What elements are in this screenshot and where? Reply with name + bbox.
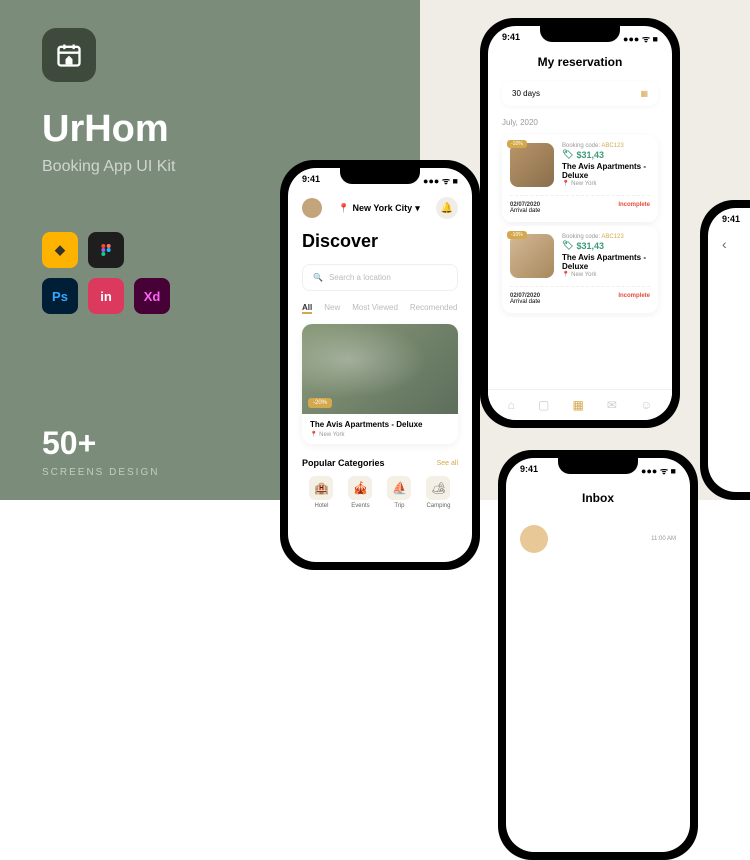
screens-count: 50+	[42, 425, 96, 462]
reservation-image: -10%	[510, 234, 554, 278]
nav-chat-icon[interactable]: ✉	[607, 398, 617, 412]
inbox-item[interactable]: 11:00 AM	[506, 517, 690, 561]
tool-icons-row2: Ps in Xd	[42, 278, 170, 314]
notch	[540, 26, 620, 42]
cat-hotel[interactable]: 🏨Hotel	[309, 476, 333, 509]
nav-bookmark-icon[interactable]: ▢	[538, 398, 549, 412]
nav-profile-icon[interactable]: ☺	[640, 398, 652, 412]
phone-reservation: 9:41●●● ᯤ ■ My reservation 30 days▦ July…	[480, 18, 680, 428]
tab-new[interactable]: New	[324, 303, 340, 314]
property-name: The Avis Apartments - Deluxe	[562, 253, 650, 271]
status-badge: Incomplete	[618, 202, 650, 214]
search-input[interactable]: 🔍 Search a location	[302, 264, 458, 291]
app-logo	[42, 28, 96, 82]
date-filter[interactable]: 30 days▦	[502, 81, 658, 106]
photoshop-icon: Ps	[42, 278, 78, 314]
invision-icon: in	[88, 278, 124, 314]
reservation-card[interactable]: -10% Booking code: ABC123 🏷 $31,43 The A…	[502, 226, 658, 313]
avatar[interactable]	[302, 198, 322, 218]
nav-calendar-icon[interactable]: ▦	[572, 398, 583, 412]
avatar	[520, 525, 548, 553]
xd-icon: Xd	[134, 278, 170, 314]
section-title: Popular Categories	[302, 458, 385, 468]
location-picker[interactable]: 📍 New York City ▾	[338, 203, 419, 214]
screens-count-label: SCREENS DESIGN	[42, 467, 159, 478]
product-subtitle: Booking App UI Kit	[42, 158, 175, 176]
nav-home-icon[interactable]: ⌂	[508, 398, 515, 412]
reservation-image: -10%	[510, 143, 554, 187]
cat-camping[interactable]: 🏕Camping	[426, 476, 450, 509]
calendar-icon: ▦	[640, 89, 648, 98]
notch	[558, 458, 638, 474]
tool-icons-row1: ◆	[42, 232, 124, 268]
property-card[interactable]: -20% The Avis Apartments - Deluxe 📍 New …	[302, 324, 458, 444]
see-all-link[interactable]: See all	[437, 460, 458, 467]
page-title: My reservation	[488, 47, 672, 77]
message-time: 11:00 AM	[651, 536, 676, 542]
month-label: July, 2020	[488, 110, 672, 131]
sketch-icon: ◆	[42, 232, 78, 268]
tab-most-viewed[interactable]: Most Viewed	[352, 303, 398, 314]
property-name: The Avis Apartments - Deluxe	[562, 162, 650, 180]
discount-badge: -20%	[308, 398, 332, 408]
property-location: 📍 New York	[562, 180, 650, 187]
cat-trip[interactable]: ⛵Trip	[387, 476, 411, 509]
filter-tabs: All New Most Viewed Recomended	[288, 299, 472, 318]
phone-discover: 9:41●●● ᯤ ■ 📍 New York City ▾ 🔔 Discover…	[280, 160, 480, 570]
notification-icon[interactable]: 🔔	[436, 197, 458, 219]
heading: Chan	[722, 384, 750, 400]
reservation-card[interactable]: -10% Booking code: ABC123 🏷 $31,43 The A…	[502, 135, 658, 222]
page-title: Discover	[288, 227, 472, 256]
property-location: 📍 New York	[562, 271, 650, 278]
status-bar: 9:41	[708, 208, 750, 226]
property-image: -20%	[302, 324, 458, 414]
status-badge: Incomplete	[618, 293, 650, 305]
property-name: The Avis Apartments - Deluxe	[310, 420, 450, 429]
tab-all[interactable]: All	[302, 303, 312, 314]
property-location: 📍 New York	[310, 431, 450, 438]
categories: 🏨Hotel 🎪Events ⛵Trip 🏕Camping	[288, 472, 472, 513]
phone-inbox: 9:41●●● ᯤ ■ Inbox 11:00 AM	[498, 450, 698, 860]
price: 🏷 $31,43	[562, 240, 650, 251]
back-icon[interactable]: ‹	[722, 236, 727, 252]
notch	[340, 168, 420, 184]
phone-change: 9:41 ‹ Chan You have Please	[700, 200, 750, 500]
tab-recommended[interactable]: Recomended	[410, 303, 458, 314]
figma-icon	[88, 232, 124, 268]
product-title: UrHom	[42, 108, 169, 151]
page-title: Inbox	[506, 479, 690, 517]
price: 🏷 $31,43	[562, 149, 650, 160]
bottom-nav: ⌂ ▢ ▦ ✉ ☺	[488, 389, 672, 420]
cat-events[interactable]: 🎪Events	[348, 476, 372, 509]
